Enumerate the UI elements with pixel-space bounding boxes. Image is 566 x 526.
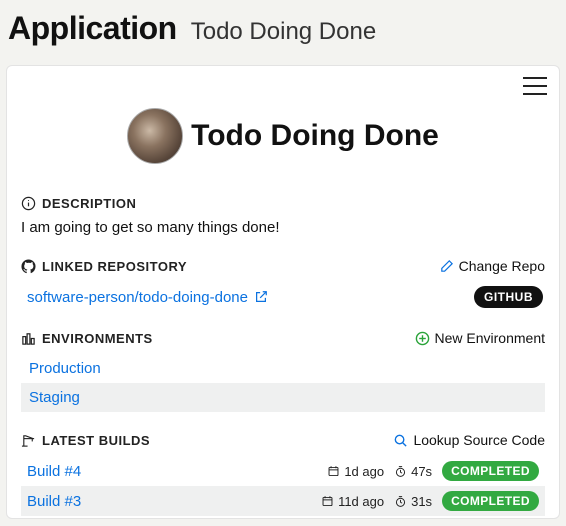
calendar-icon — [327, 465, 340, 478]
info-icon — [21, 196, 36, 211]
table-row[interactable]: Build #3 11d ago 31s COMPLETED — [21, 486, 545, 516]
list-item[interactable]: Staging — [21, 383, 545, 412]
build-link[interactable]: Build #4 — [27, 463, 327, 480]
search-icon — [393, 433, 408, 448]
app-card: Todo Doing Done DESCRIPTION I am going t… — [6, 65, 560, 519]
build-duration: 47s — [394, 464, 432, 479]
lookup-source-button[interactable]: Lookup Source Code — [393, 432, 545, 448]
build-age: 1d ago — [327, 464, 384, 479]
crane-icon — [21, 433, 36, 448]
avatar — [127, 108, 183, 164]
environments-list: Production Staging — [21, 354, 545, 412]
environments-section: ENVIRONMENTS New Environment Production … — [7, 324, 559, 412]
plus-circle-icon — [415, 331, 430, 346]
description-label: DESCRIPTION — [21, 196, 136, 211]
builds-list: Build #4 1d ago 47s COMPLETED Build #3 1… — [21, 456, 545, 518]
card-scroll[interactable]: Todo Doing Done DESCRIPTION I am going t… — [7, 66, 559, 518]
provider-badge: GITHUB — [474, 286, 543, 308]
table-row[interactable]: Build #2 11d ago 32s COMPLETED — [21, 516, 545, 518]
build-duration: 31s — [394, 494, 432, 509]
table-row[interactable]: Build #4 1d ago 47s COMPLETED — [21, 456, 545, 486]
repo-section: LINKED REPOSITORY Change Repo software-p… — [7, 252, 559, 324]
environments-icon — [21, 331, 36, 346]
build-age: 11d ago — [321, 494, 384, 509]
new-environment-button[interactable]: New Environment — [415, 330, 546, 346]
description-section: DESCRIPTION I am going to get so many th… — [7, 190, 559, 252]
app-title: Todo Doing Done — [191, 119, 439, 153]
menu-icon[interactable] — [521, 74, 549, 98]
build-link[interactable]: Build #3 — [27, 493, 321, 510]
repo-label: LINKED REPOSITORY — [21, 259, 187, 274]
edit-icon — [439, 259, 454, 274]
page-subtitle: Todo Doing Done — [191, 18, 376, 46]
calendar-icon — [321, 495, 334, 508]
environments-label: ENVIRONMENTS — [21, 331, 153, 346]
page-title: Application — [8, 10, 177, 47]
card-topbar — [7, 66, 559, 98]
repo-link[interactable]: software-person/todo-doing-done — [27, 289, 268, 306]
list-item[interactable]: Production — [21, 354, 545, 383]
change-repo-button[interactable]: Change Repo — [439, 258, 545, 274]
description-text: I am going to get so many things done! — [21, 217, 545, 252]
builds-label: LATEST BUILDS — [21, 433, 150, 448]
builds-section: LATEST BUILDS Lookup Source Code Build #… — [7, 426, 559, 518]
clock-icon — [394, 465, 407, 478]
status-badge: COMPLETED — [442, 461, 539, 481]
status-badge: COMPLETED — [442, 491, 539, 511]
page-header: Application Todo Doing Done — [0, 0, 566, 65]
github-icon — [21, 259, 36, 274]
clock-icon — [394, 495, 407, 508]
app-title-row: Todo Doing Done — [7, 98, 559, 190]
external-link-icon — [254, 290, 268, 304]
